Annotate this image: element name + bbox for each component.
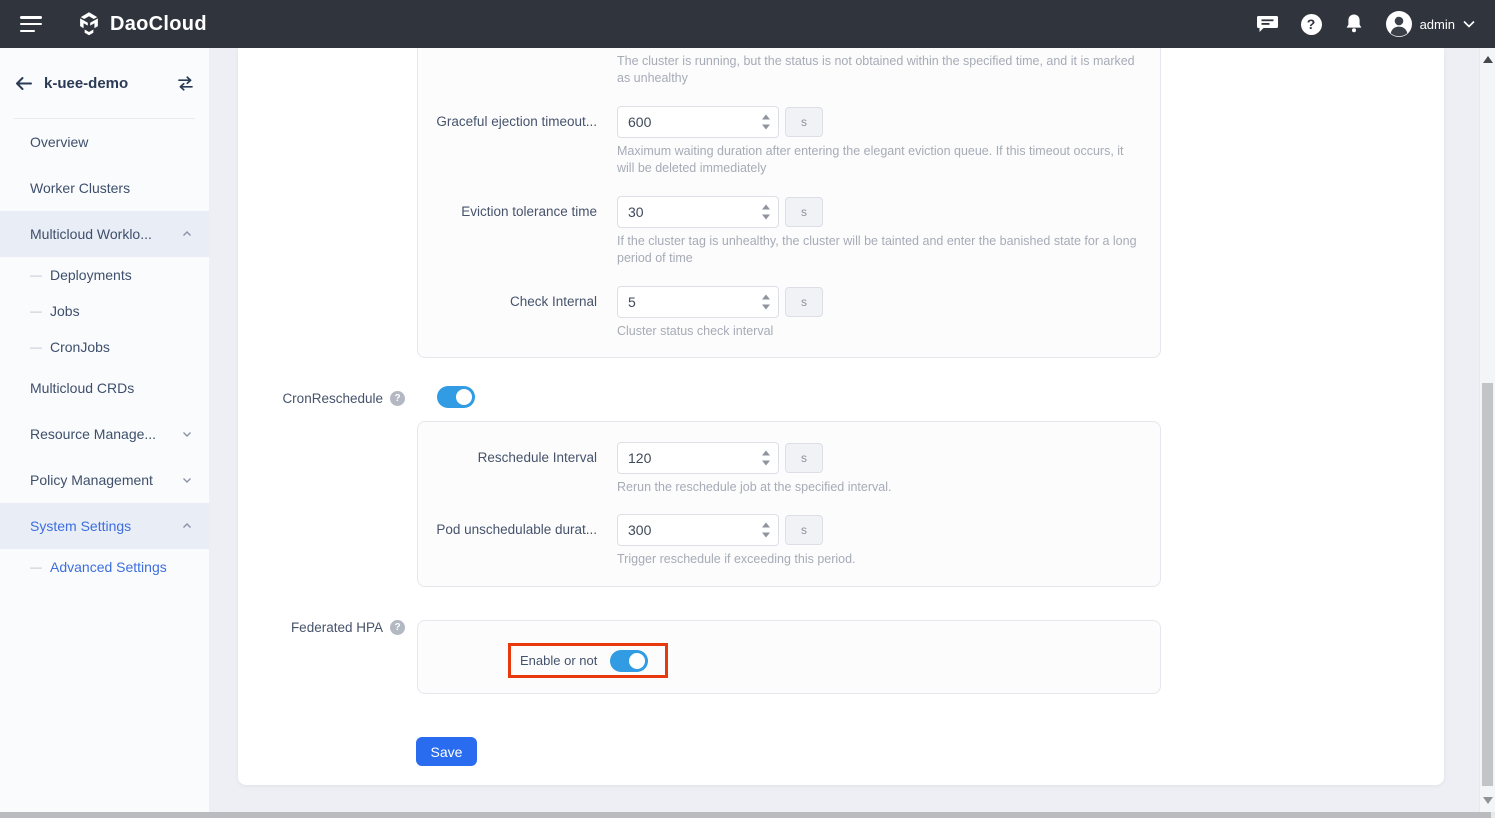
federated-hpa-label-row: Federated HPA ? — [238, 618, 417, 636]
user-menu[interactable]: admin — [1386, 11, 1475, 37]
brand-name: DaoCloud — [110, 13, 207, 36]
vertical-scrollbar[interactable] — [1479, 48, 1495, 812]
reschedule-interval-value[interactable] — [618, 443, 746, 473]
help-icon[interactable]: ? — [1301, 14, 1322, 35]
number-stepper[interactable] — [762, 451, 770, 466]
help-icon[interactable]: ? — [390, 620, 405, 635]
username: admin — [1420, 17, 1455, 32]
menu-toggle-icon[interactable] — [20, 16, 42, 32]
sidebar-item-multicloud-crds[interactable]: Multicloud CRDs — [0, 365, 209, 411]
form-row-pod-unschedulable: Pod unschedulable durat... s — [418, 514, 1160, 546]
form-row-eviction-tolerance: Eviction tolerance time s — [418, 196, 1160, 228]
sidebar-item-deployments[interactable]: — Deployments — [0, 257, 209, 293]
daocloud-logo-icon — [76, 11, 102, 37]
vertical-scrollbar-thumb[interactable] — [1482, 383, 1493, 786]
check-internal-input — [617, 286, 779, 318]
helper-text: If the cluster tag is unhealthy, the clu… — [617, 233, 1141, 267]
number-stepper[interactable] — [762, 295, 770, 310]
unit-seconds: s — [785, 287, 823, 317]
graceful-ejection-input — [617, 106, 779, 138]
helper-text: Cluster status check interval — [617, 323, 1141, 340]
avatar — [1386, 11, 1412, 37]
sidebar-item-system-settings[interactable]: System Settings — [0, 503, 209, 549]
unit-seconds: s — [785, 443, 823, 473]
number-stepper[interactable] — [762, 205, 770, 220]
chevron-down-icon — [182, 475, 192, 485]
sidebar-item-jobs[interactable]: — Jobs — [0, 293, 209, 329]
top-navbar: DaoCloud ? admin — [0, 0, 1495, 48]
dash-icon: — — [30, 268, 41, 282]
sidebar: k-uee-demo Overview Worker Clusters Mult… — [0, 48, 209, 818]
cron-reschedule-label: CronReschedule — [282, 391, 383, 406]
sidebar-item-policy-management[interactable]: Policy Management — [0, 457, 209, 503]
eviction-tolerance-value[interactable] — [618, 197, 746, 227]
unit-seconds: s — [785, 515, 823, 545]
reschedule-interval-input — [617, 442, 779, 474]
helper-text: Maximum waiting duration after entering … — [617, 143, 1141, 177]
help-icon[interactable]: ? — [390, 391, 405, 406]
number-stepper[interactable] — [762, 115, 770, 130]
dash-icon: — — [30, 304, 41, 318]
cluster-name: k-uee-demo — [44, 75, 177, 92]
chevron-up-icon — [182, 521, 192, 531]
sidebar-item-advanced-settings[interactable]: — Advanced Settings — [0, 549, 209, 585]
save-button[interactable]: Save — [416, 737, 477, 766]
cron-reschedule-toggle[interactable] — [437, 386, 475, 408]
eviction-tolerance-input — [617, 196, 779, 228]
scroll-up-arrow-icon[interactable] — [1483, 56, 1493, 63]
cluster-status-group: The cluster is running, but the status i… — [417, 48, 1161, 358]
check-internal-value[interactable] — [618, 287, 746, 317]
helper-text: Trigger reschedule if exceeding this per… — [617, 551, 1141, 568]
advanced-settings-panel: The cluster is running, but the status i… — [238, 48, 1444, 785]
sidebar-item-multicloud-workloads[interactable]: Multicloud Worklo... — [0, 211, 209, 257]
federated-hpa-group: Enable or not — [417, 620, 1161, 694]
sidebar-item-resource-management[interactable]: Resource Manage... — [0, 411, 209, 457]
pod-unschedulable-input — [617, 514, 779, 546]
horizontal-scrollbar-thumb[interactable] — [0, 812, 1491, 818]
sidebar-item-cronjobs[interactable]: — CronJobs — [0, 329, 209, 365]
helper-text: Rerun the reschedule job at the specifie… — [617, 479, 1141, 496]
unit-seconds: s — [785, 197, 823, 227]
chevron-down-icon — [182, 429, 192, 439]
number-stepper[interactable] — [762, 523, 770, 538]
cron-reschedule-group: Reschedule Interval s Rerun the reschedu… — [417, 421, 1161, 587]
unit-seconds: s — [785, 107, 823, 137]
chevron-down-icon — [1463, 20, 1475, 28]
chevron-up-icon — [182, 229, 192, 239]
form-row-graceful-ejection: Graceful ejection timeout... s — [418, 106, 1160, 138]
switch-cluster-icon[interactable] — [177, 76, 194, 91]
form-row-check-internal: Check Internal s — [418, 286, 1160, 318]
cron-reschedule-label-row: CronReschedule ? — [238, 386, 417, 410]
highlight-rectangle: Enable or not — [508, 643, 668, 678]
back-arrow-icon[interactable] — [15, 76, 32, 91]
brand: DaoCloud — [76, 11, 207, 37]
federated-hpa-toggle[interactable] — [610, 650, 648, 672]
scroll-down-arrow-icon[interactable] — [1483, 797, 1493, 804]
form-row-reschedule-interval: Reschedule Interval s — [418, 442, 1160, 474]
enable-or-not-label: Enable or not — [520, 653, 597, 668]
graceful-ejection-value[interactable] — [618, 107, 746, 137]
notifications-bell-icon[interactable] — [1344, 13, 1364, 35]
feedback-chat-icon[interactable] — [1257, 14, 1279, 34]
sidebar-item-worker-clusters[interactable]: Worker Clusters — [0, 165, 209, 211]
dash-icon: — — [30, 340, 41, 354]
status-helper-text: The cluster is running, but the status i… — [617, 53, 1141, 87]
dash-icon: — — [30, 560, 41, 574]
federated-hpa-label: Federated HPA — [291, 620, 383, 635]
pod-unschedulable-value[interactable] — [618, 515, 746, 545]
sidebar-item-overview[interactable]: Overview — [0, 119, 209, 165]
horizontal-scrollbar[interactable] — [0, 812, 1495, 818]
